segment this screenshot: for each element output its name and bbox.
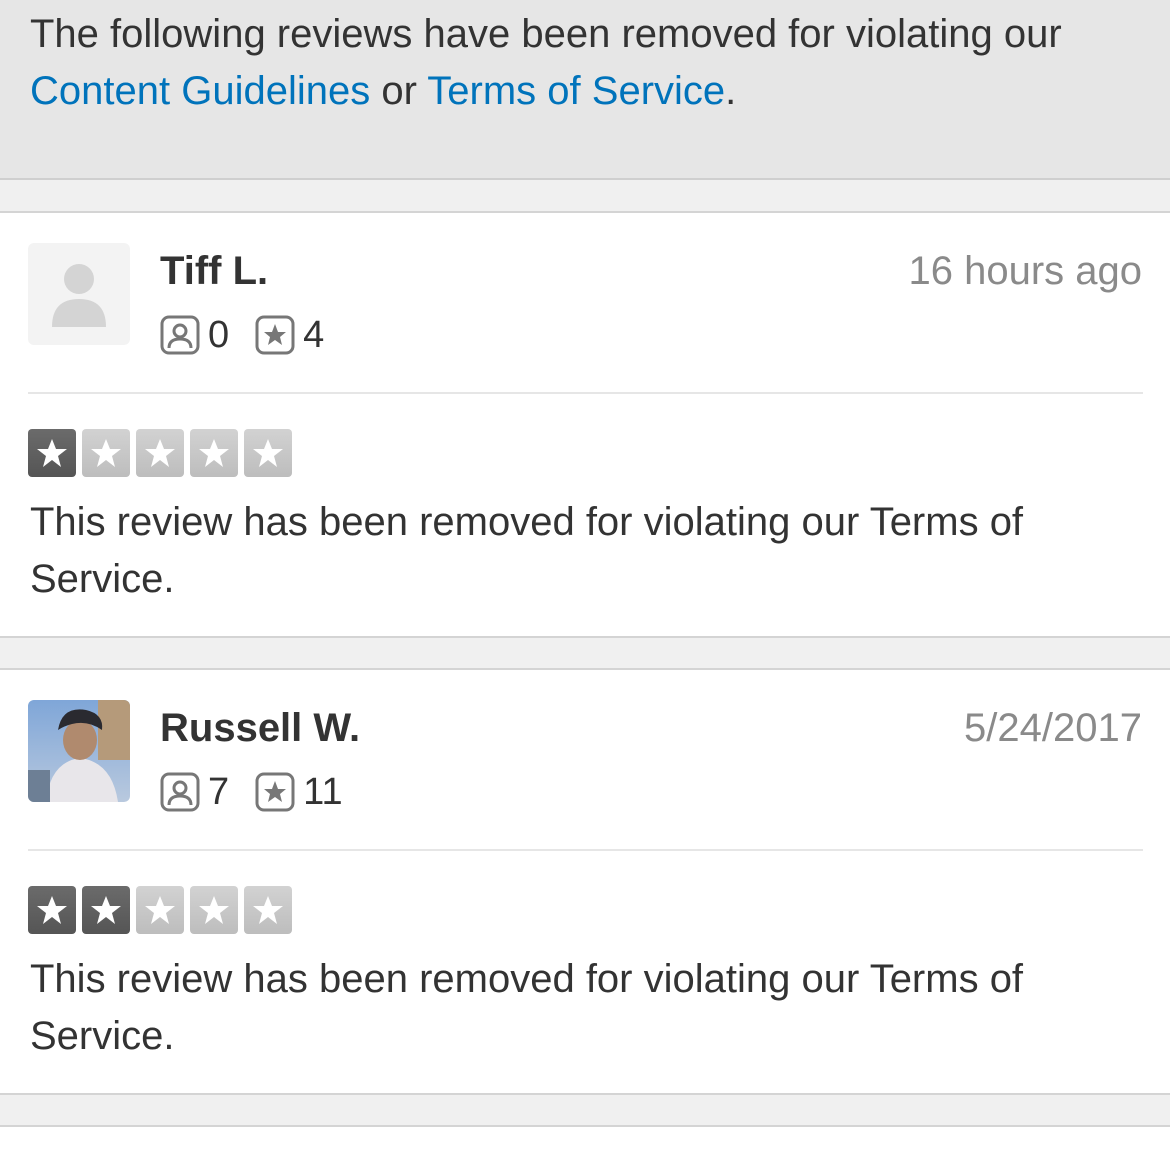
review-count: 4 [303,313,325,356]
terms-of-service-link[interactable]: Terms of Service [427,69,725,113]
section-gap [0,180,1170,212]
notice-text-after: . [725,69,737,113]
review-card: Russell W. 5/24/2017 7 11 This review ha… [0,668,1170,1095]
review-count-icon [255,772,295,812]
friends-count: 0 [208,313,230,356]
section-gap [0,638,1170,669]
user-name[interactable]: Tiff L. [160,247,268,295]
content-guidelines-link[interactable]: Content Guidelines [30,69,370,113]
card-divider [28,849,1143,851]
review-text: This review has been removed for violati… [30,500,1024,601]
star-empty-icon [190,429,238,477]
star-rating [28,886,298,934]
card-divider [28,392,1143,394]
review-count: 11 [303,770,343,813]
star-empty-icon [82,429,130,477]
star-empty-icon [244,886,292,934]
friends-icon [160,772,200,812]
section-gap [0,1095,1170,1126]
star-empty-icon [244,429,292,477]
notice-text-middle: or [370,69,428,113]
user-stats: 0 4 [160,313,350,356]
review-card: Tiff L. 16 hours ago 0 4 This review has… [0,211,1170,638]
star-rating [28,429,298,477]
review-text: This review has been removed for violati… [30,957,1024,1058]
star-empty-icon [136,886,184,934]
star-filled-icon [28,429,76,477]
notice-text: The following reviews have been removed … [30,6,1140,120]
review-date: 16 hours ago [908,249,1142,293]
notice-text-before: The following reviews have been removed … [30,12,1062,56]
star-empty-icon [136,429,184,477]
review-date: 5/24/2017 [964,706,1142,750]
removed-reviews-notice: The following reviews have been removed … [0,0,1170,180]
user-photo[interactable] [28,700,130,802]
default-user-icon[interactable] [28,243,130,345]
star-filled-icon [82,886,130,934]
review-card-partial [0,1125,1170,1165]
review-count-icon [255,315,295,355]
user-stats: 7 11 [160,770,369,813]
star-empty-icon [190,886,238,934]
friends-count: 7 [208,770,230,813]
friends-icon [160,315,200,355]
user-name[interactable]: Russell W. [160,704,360,752]
star-filled-icon [28,886,76,934]
